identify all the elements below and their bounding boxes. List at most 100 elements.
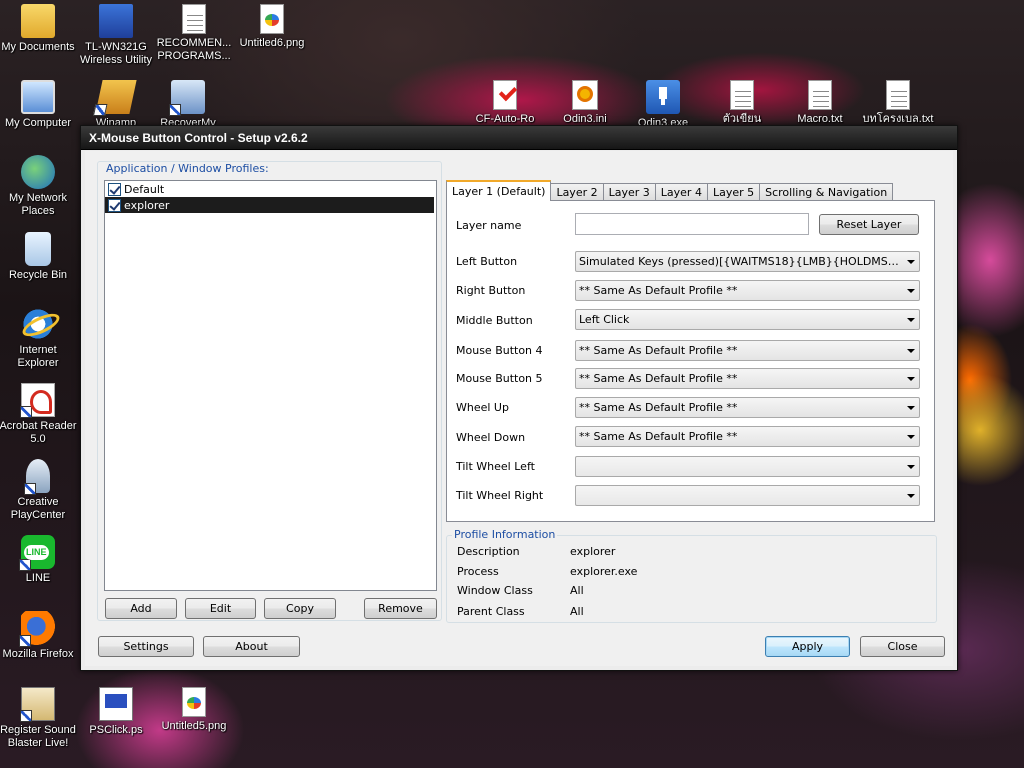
window-title[interactable]: X-Mouse Button Control - Setup v2.6.2 [81, 126, 957, 150]
copy-button[interactable]: Copy [264, 598, 336, 619]
select-value: ** Same As Default Profile ** [579, 284, 738, 297]
desktop-icon-my-computer[interactable]: My Computer [0, 80, 78, 130]
mouse-button-4-select[interactable]: ** Same As Default Profile ** [575, 340, 920, 361]
desktop-icon-label: Untitled6.png [239, 37, 305, 49]
desktop-icon-acrobat-reader[interactable]: Acrobat Reader 5.0 [0, 383, 78, 446]
chevron-down-icon [907, 260, 915, 264]
description-label: Description [457, 545, 520, 558]
line-app-icon [19, 535, 55, 571]
desktop-icon-cf-auto-root[interactable]: CF-Auto-Ro [465, 80, 545, 126]
text-file-icon [730, 80, 754, 110]
apply-button[interactable]: Apply [765, 636, 850, 657]
tab-layer-1[interactable]: Layer 1 (Default) [446, 180, 552, 201]
desktop-icon-label: My Computer [4, 117, 72, 129]
desktop-icon-odin3-exe[interactable]: Odin3.exe [623, 80, 703, 130]
list-item[interactable]: explorer [105, 197, 434, 213]
parent-class-label: Parent Class [457, 605, 525, 618]
desktop-icon-my-documents[interactable]: My Documents [0, 4, 78, 54]
tilt-wheel-right-label: Tilt Wheel Right [456, 489, 544, 502]
text-file-icon [182, 4, 206, 34]
desktop-icon-internet-explorer[interactable]: Internet Explorer [0, 307, 78, 370]
desktop-icon-mozilla-firefox[interactable]: Mozilla Firefox [0, 611, 78, 661]
desktop-icon-macro-txt[interactable]: Macro.txt [780, 80, 860, 126]
profiles-group-label: Application / Window Profiles: [104, 162, 271, 175]
tab-layer-3[interactable]: Layer 3 [602, 183, 656, 201]
middle-button-select[interactable]: Left Click [575, 309, 920, 330]
folder-icon [21, 4, 55, 38]
desktop-icon-line[interactable]: LINE [0, 535, 78, 585]
tab-scrolling-navigation[interactable]: Scrolling & Navigation [759, 183, 894, 201]
left-button-label: Left Button [456, 255, 518, 268]
desktop-icon-label: PSClick.ps [89, 724, 143, 736]
desktop-icon-label: Creative PlayCenter [10, 496, 66, 521]
select-value: ** Same As Default Profile ** [579, 344, 738, 357]
desktop-icon-tl-wn321g[interactable]: TL-WN321G Wireless Utility [76, 4, 156, 67]
description-value: explorer [570, 545, 616, 558]
desktop-icon-my-network-places[interactable]: My Network Places [0, 155, 78, 218]
mouse-button-4-label: Mouse Button 4 [456, 344, 543, 357]
text-file-icon [808, 80, 832, 110]
desktop-icon-thai-file[interactable]: ตัวเขียน [702, 80, 782, 126]
mouse-button-5-label: Mouse Button 5 [456, 372, 543, 385]
script-file-icon [99, 687, 133, 721]
layer-name-input[interactable] [575, 213, 809, 235]
process-label: Process [457, 565, 499, 578]
reset-layer-button[interactable]: Reset Layer [819, 214, 919, 235]
chevron-down-icon [907, 406, 915, 410]
desktop-icon-label: My Network Places [8, 192, 68, 217]
edit-button[interactable]: Edit [185, 598, 256, 619]
image-file-icon [182, 687, 206, 717]
desktop-icon-untitled5[interactable]: Untitled5.png [154, 687, 234, 733]
about-button[interactable]: About [203, 636, 300, 657]
tab-layer-2[interactable]: Layer 2 [550, 183, 604, 201]
desktop-icon-untitled6[interactable]: Untitled6.png [232, 4, 312, 50]
right-button-label: Right Button [456, 284, 526, 297]
tab-layer-5[interactable]: Layer 5 [706, 183, 761, 201]
profiles-list[interactable]: Default explorer [104, 180, 437, 591]
desktop-icon-psclick[interactable]: PSClick.ps [76, 687, 156, 737]
tilt-wheel-left-label: Tilt Wheel Left [456, 460, 535, 473]
select-value: ** Same As Default Profile ** [579, 372, 738, 385]
profile-label: explorer [124, 198, 170, 212]
chevron-down-icon [907, 349, 915, 353]
select-value: ** Same As Default Profile ** [579, 430, 738, 443]
parent-class-value: All [570, 605, 584, 618]
firefox-icon [19, 611, 55, 647]
tab-layer-4[interactable]: Layer 4 [654, 183, 708, 201]
winamp-icon [95, 80, 137, 114]
mouse-button-5-select[interactable]: ** Same As Default Profile ** [575, 368, 920, 389]
recovery-tool-icon [169, 80, 205, 116]
desktop-icon-creative-playcenter[interactable]: Creative PlayCenter [0, 459, 78, 522]
process-value: explorer.exe [570, 565, 638, 578]
desktop-icon-recommended-programs[interactable]: RECOMMEN... PROGRAMS... [154, 4, 234, 63]
desktop-icon-label: Acrobat Reader 5.0 [0, 420, 77, 445]
tilt-wheel-right-select[interactable] [575, 485, 920, 506]
tilt-wheel-left-select[interactable] [575, 456, 920, 477]
xmouse-window: X-Mouse Button Control - Setup v2.6.2 Ap… [80, 125, 958, 671]
right-button-select[interactable]: ** Same As Default Profile ** [575, 280, 920, 301]
desktop-icon-thai-txt[interactable]: บทโครงเบล.txt [858, 80, 938, 126]
chevron-down-icon [907, 435, 915, 439]
left-button-select[interactable]: Simulated Keys (pressed)[{WAITMS18}{LMB}… [575, 251, 920, 272]
list-item[interactable]: Default [105, 181, 436, 197]
add-button[interactable]: Add [105, 598, 177, 619]
checkbox-icon[interactable] [108, 182, 121, 196]
wheel-down-select[interactable]: ** Same As Default Profile ** [575, 426, 920, 447]
profile-label: Default [124, 182, 165, 196]
download-app-icon [646, 80, 680, 114]
profile-info-group-label: Profile Information [452, 528, 558, 541]
desktop-icon-recycle-bin[interactable]: Recycle Bin [0, 232, 78, 282]
wheel-up-select[interactable]: ** Same As Default Profile ** [575, 397, 920, 418]
desktop-icon-winamp[interactable]: Winamp [76, 80, 156, 130]
desktop-icon-label: RECOMMEN... PROGRAMS... [156, 37, 232, 62]
chevron-down-icon [907, 465, 915, 469]
desktop-icon-label: Untitled5.png [161, 720, 227, 732]
settings-button[interactable]: Settings [98, 636, 194, 657]
remove-button[interactable]: Remove [364, 598, 437, 619]
chevron-down-icon [907, 377, 915, 381]
close-button[interactable]: Close [860, 636, 945, 657]
desktop-icon-recovermy[interactable]: RecoverMy [148, 80, 228, 130]
desktop-icon-register-sound-blaster[interactable]: Register Sound Blaster Live! [0, 687, 78, 750]
desktop-icon-odin3-ini[interactable]: Odin3.ini [545, 80, 625, 126]
checkbox-icon[interactable] [108, 198, 121, 212]
